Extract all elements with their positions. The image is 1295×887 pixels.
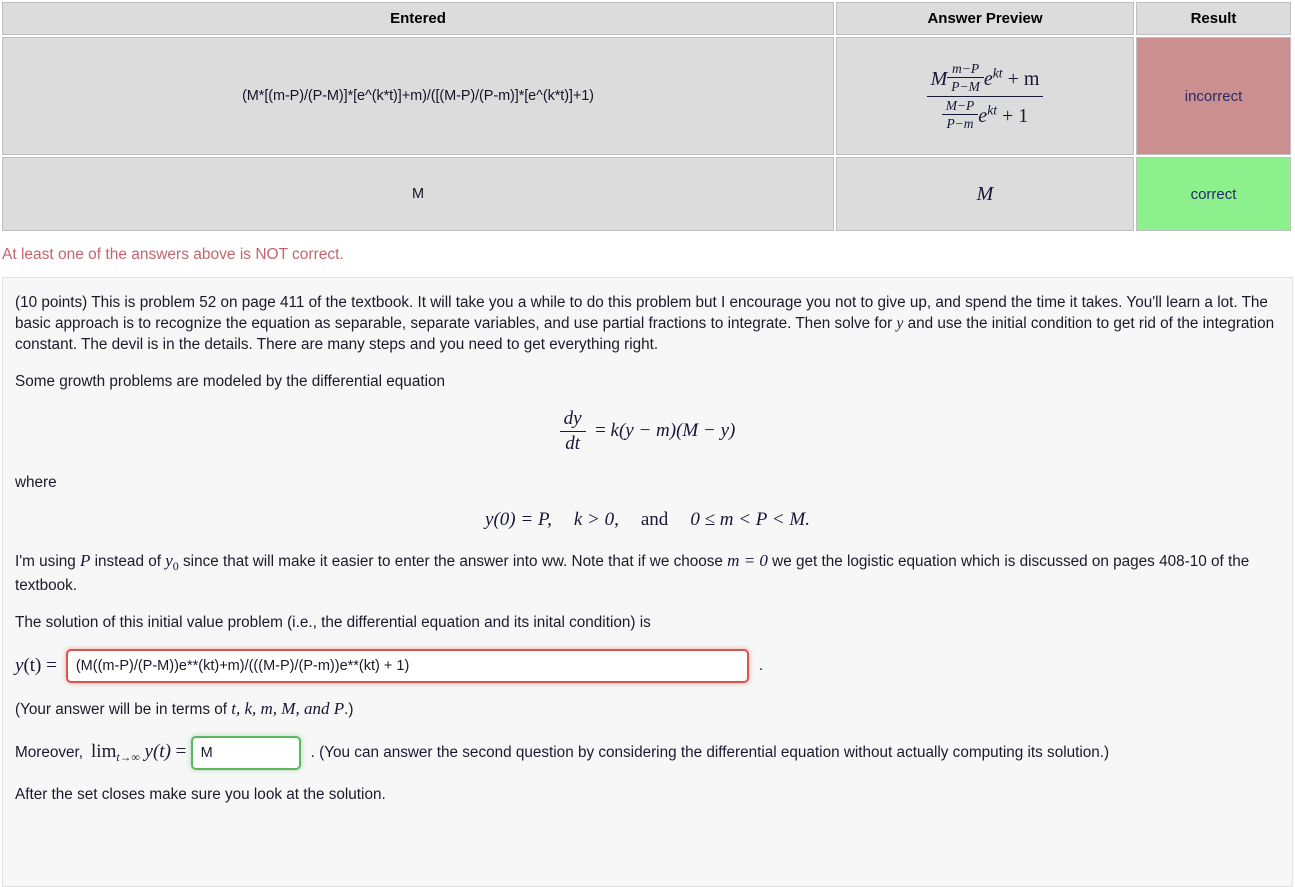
numerator-inner-fraction: m−P P−M [947, 61, 984, 94]
attempt-results-table: Entered Answer Preview Result (M*[(m-P)/… [0, 0, 1293, 233]
differential-equation: dy dt = k(y − m)(M − y) [15, 408, 1280, 454]
moreover-lead-word: Moreover, [15, 744, 84, 762]
de-denominator: dt [559, 430, 586, 454]
numerator-tail: + m [1007, 68, 1040, 91]
using-p-variable-P: P [79, 551, 91, 571]
de-expression: dy dt = k(y − m)(M − y) [559, 408, 736, 454]
answer-preview-2: M [836, 157, 1134, 231]
denominator-exp-base: e [978, 104, 988, 127]
denominator-inner-fraction: M−P P−m [941, 97, 979, 131]
condition-and-word: and [640, 509, 669, 531]
denominator-inner-bottom: P−m [941, 113, 979, 131]
table-row: (M*[(m-P)/(P-M)]*[e^(k*t)]+m)/([(M-P)/(P… [2, 37, 1291, 155]
denominator-tail: + 1 [1002, 104, 1029, 127]
de-numerator: dy [563, 408, 582, 430]
preview-fraction-1: Mm−P P−M ekt + m M−P P−m ekt + 1 [926, 61, 1044, 131]
column-header-result: Result [1136, 2, 1291, 35]
column-header-answer-preview: Answer Preview [836, 2, 1134, 35]
not-correct-warning: At least one of the answers above is NOT… [2, 246, 344, 263]
using-p-paragraph: I'm using P instead of y0 since that wil… [15, 549, 1280, 596]
entered-answer-1: (M*[(m-P)/(P-M)]*[e^(k*t)]+m)/([(M-P)/(P… [2, 37, 834, 155]
growth-problems-line: Some growth problems are modeled by the … [15, 373, 445, 391]
answer-label-equals: = [46, 654, 57, 676]
using-p-m-equals-zero: m = 0 [727, 551, 768, 571]
using-p-variable-y: y [165, 551, 173, 571]
terms-note-part1: (Your answer will be in terms of [15, 700, 232, 718]
using-p-part3: since that will make it easier to enter … [178, 553, 728, 571]
denominator-exp-superscript: kt [987, 101, 997, 117]
result-status-1: incorrect [1136, 37, 1291, 155]
terms-note-part2: .) [344, 700, 354, 718]
moreover-tail-text: . (You can answer the second question by… [310, 744, 1110, 762]
de-right-hand-side: k(y − m)(M − y) [610, 419, 736, 441]
answer-trailing-period: . [758, 656, 764, 674]
answer-label-yt: y(t) = [15, 655, 57, 677]
condition-k-positive: k > 0, [573, 509, 619, 531]
solution-intro-line: The solution of this initial value probl… [15, 613, 651, 631]
answer-label-t: (t) [23, 654, 42, 676]
where-label: where [15, 473, 57, 491]
denominator-inner-top: M−P [945, 97, 975, 113]
condition-y0-equals-P: y(0) = P, [485, 509, 552, 531]
preview-plain-2: M [976, 182, 994, 205]
limit-equals: = [175, 741, 187, 763]
answer-row-yt: y(t) = . [15, 648, 1280, 683]
column-header-entered: Entered [2, 2, 834, 35]
conditions-expression: y(0) = P, k > 0, and 0 ≤ m < P < M. [485, 509, 810, 530]
answer-input-yt[interactable] [65, 648, 749, 683]
numerator-exp-base: e [983, 68, 993, 91]
numerator-inner-bottom: P−M [947, 77, 984, 94]
de-equals-sign: = [595, 419, 606, 441]
fraction-denominator: M−P P−m ekt + 1 [926, 95, 1044, 131]
limit-lim-word: lim [91, 741, 117, 763]
moreover-row: Moreover, limt→∞ y(t) = . (You can answe… [15, 736, 1280, 771]
closing-line: After the set closes make sure you look … [15, 786, 386, 804]
limit-function: y(t) [144, 741, 171, 763]
numerator-inner-top: m−P [952, 61, 980, 77]
result-status-2: correct [1136, 157, 1291, 231]
problem-intro-paragraph: (10 points) This is problem 52 on page 4… [15, 292, 1280, 355]
numerator-exp-superscript: kt [992, 65, 1003, 81]
table-header-row: Entered Answer Preview Result [2, 2, 1291, 35]
limit-expression: limt→∞ y(t) = [91, 741, 186, 765]
limit-subscript: t→∞ [116, 751, 140, 765]
numerator-leading-M: M [930, 68, 948, 91]
terms-note: (Your answer will be in terms of t, k, m… [15, 697, 1280, 720]
problem-body-panel: (10 points) This is problem 52 on page 4… [2, 277, 1293, 887]
terms-note-variables: t, k, m, M, and P [231, 698, 345, 718]
outer-fraction: Mm−P P−M ekt + m M−P P−m ekt + 1 [926, 61, 1044, 131]
de-derivative-fraction: dy dt [559, 408, 586, 454]
fraction-numerator: Mm−P P−M ekt + m [927, 61, 1044, 95]
answer-preview-1: Mm−P P−M ekt + m M−P P−m ekt + 1 [836, 37, 1134, 155]
entered-answer-2: M [2, 157, 834, 231]
condition-ordering: 0 ≤ m < P < M. [690, 509, 810, 531]
using-p-part2: instead of [90, 553, 166, 571]
using-p-part1: I'm using [15, 553, 80, 571]
table-row: M M correct [2, 157, 1291, 231]
answer-input-limit[interactable] [190, 736, 301, 771]
initial-conditions: y(0) = P, k > 0, and 0 ≤ m < P < M. [15, 509, 1280, 531]
